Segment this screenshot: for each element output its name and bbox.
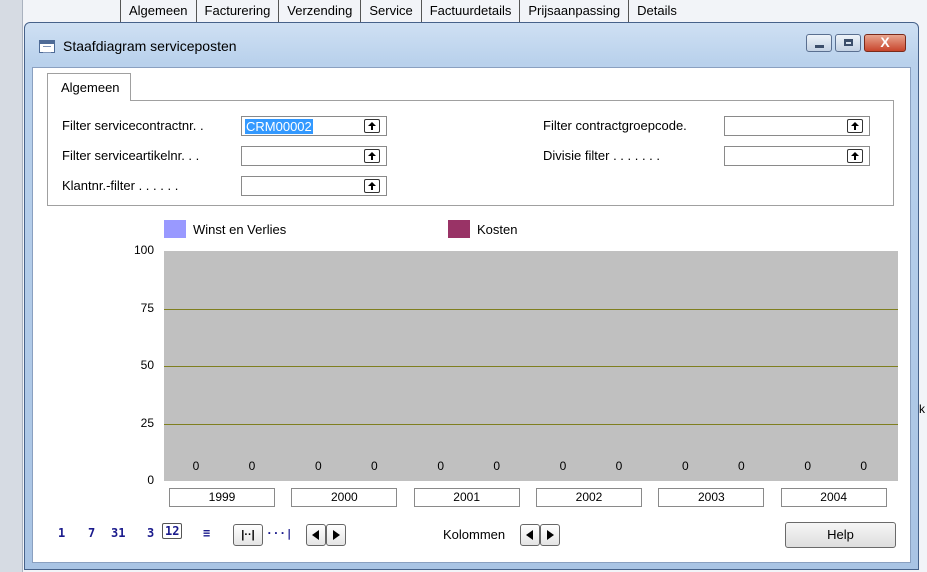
chart-plot-area (164, 251, 898, 481)
chart-window: Staafdiagram serviceposten X Algemeen Fi… (24, 22, 919, 570)
y-tick-label: 50 (140, 358, 154, 372)
bar-value-label: 0 (681, 459, 689, 473)
bar-value-label: 0 (370, 459, 378, 473)
x-category-label[interactable]: 2000 (291, 488, 398, 507)
y-tick-label: 75 (140, 300, 154, 315)
title-bar[interactable]: Staafdiagram serviceposten X (25, 23, 918, 67)
legend-swatch-winst (164, 220, 186, 238)
window-controls: X (803, 34, 906, 52)
bar-value-label: 0 (493, 459, 500, 473)
lookup-arrow-icon[interactable] (847, 149, 863, 163)
x-category-label[interactable]: 2002 (536, 488, 642, 507)
period-day-button[interactable]: 1 (58, 526, 65, 540)
columns-label: Kolommen (443, 527, 506, 542)
x-category-label[interactable]: 2004 (780, 488, 887, 507)
form-icon (39, 40, 55, 53)
bar-value-label: 0 (192, 459, 200, 473)
period-quarter-button[interactable]: 3 (147, 526, 154, 540)
window-client-area: Algemeen Filter servicecontractnr. . CRM… (32, 67, 911, 563)
lookup-arrow-icon[interactable] (847, 119, 863, 133)
next-period-button[interactable] (326, 524, 346, 546)
background-tabstrip: Algemeen Facturering Verzending Service … (120, 0, 685, 22)
columns-next-button[interactable] (540, 524, 560, 546)
x-category-label[interactable]: 2001 (413, 488, 520, 507)
background-tab[interactable]: Verzending (278, 0, 360, 22)
filter-label-contractgroep: Filter contractgroepcode. (543, 118, 687, 133)
bar-value-label: 0 (860, 459, 867, 473)
x-category-label[interactable]: 1999 (169, 488, 275, 507)
lookup-arrow-icon[interactable] (364, 149, 380, 163)
maximize-button[interactable] (835, 34, 861, 52)
y-tick-label: 100 (133, 243, 154, 257)
help-button[interactable]: Help (785, 522, 896, 548)
zoom-full-button[interactable]: |··| (233, 524, 263, 546)
background-tab[interactable]: Service (360, 0, 420, 22)
contractgroep-filter-field[interactable] (724, 116, 870, 136)
servicecontract-filter-value: CRM00002 (245, 119, 313, 134)
period-list-button[interactable]: ≡ (203, 526, 210, 540)
background-tab[interactable]: Algemeen (120, 0, 196, 22)
filter-label-divisie: Divisie filter . . . . . . . (543, 148, 661, 163)
bar-value-label: 0 (314, 459, 322, 473)
servicecontract-filter-field[interactable]: CRM00002 (241, 116, 387, 136)
bar-value-label: 0 (615, 459, 623, 473)
lookup-arrow-icon[interactable] (364, 119, 380, 133)
bar-value-label: 0 (559, 459, 567, 473)
filter-panel: Filter servicecontractnr. . CRM00002 Fil… (47, 100, 894, 206)
columns-previous-button[interactable] (520, 524, 540, 546)
background-left-panel (0, 0, 23, 572)
filter-label-klantnr: Klantnr.-filter . . . . . . (62, 178, 179, 193)
divisie-filter-field[interactable] (724, 146, 870, 166)
zoom-partial-button[interactable]: ···| (266, 527, 293, 540)
grid-line (164, 423, 898, 425)
period-year-button[interactable]: 12 (162, 523, 183, 539)
grid-line (164, 308, 898, 310)
klantnr-filter-field[interactable] (241, 176, 387, 196)
legend-label-kosten: Kosten (477, 222, 518, 237)
background-tab[interactable]: Factuurdetails (420, 0, 520, 22)
bar-value-label: 0 (804, 459, 811, 473)
y-tick-label: 25 (140, 415, 154, 430)
background-tab[interactable]: Prijsaanpassing (519, 0, 628, 22)
background-text-fragment: k (919, 402, 925, 416)
filter-label-serviceartikel: Filter serviceartikelnr. . . (62, 148, 200, 163)
x-category-label[interactable]: 2003 (658, 488, 765, 507)
maximize-icon (844, 39, 853, 46)
serviceartikel-filter-field[interactable] (241, 146, 387, 166)
minimize-icon (815, 45, 824, 48)
minimize-button[interactable] (806, 34, 832, 52)
previous-period-button[interactable] (306, 524, 326, 546)
window-title: Staafdiagram serviceposten (63, 38, 237, 54)
y-tick-label: 0 (147, 473, 154, 487)
close-button[interactable]: X (864, 34, 906, 52)
legend-label-winst: Winst en Verlies (193, 222, 287, 237)
background-tab[interactable]: Facturering (195, 0, 279, 22)
lookup-arrow-icon[interactable] (364, 179, 380, 193)
filter-label-servicecontract: Filter servicecontractnr. . (62, 118, 204, 133)
period-week-button[interactable]: 7 (88, 526, 95, 540)
grid-line (164, 366, 898, 367)
legend-swatch-kosten (448, 220, 470, 238)
period-month-button[interactable]: 31 (111, 526, 125, 540)
bar-value-label: 0 (248, 459, 256, 473)
bar-value-label: 0 (437, 459, 444, 473)
bar-value-label: 0 (737, 459, 745, 473)
background-tab[interactable]: Details (628, 0, 685, 22)
close-icon: X (880, 34, 890, 50)
tab-algemeen[interactable]: Algemeen (47, 73, 131, 101)
